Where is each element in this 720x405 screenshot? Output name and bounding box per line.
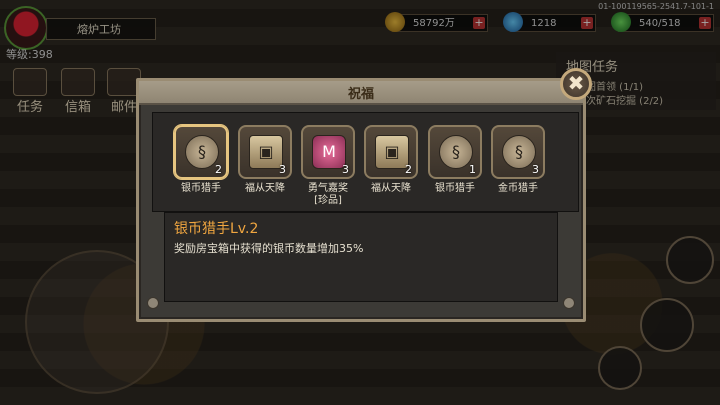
bolt-icon [147, 297, 159, 309]
slot-count: 3 [279, 163, 286, 176]
blessing-slot-6[interactable]: § 3 [491, 125, 545, 179]
blessing-slot-5[interactable]: § 1 [428, 125, 482, 179]
medal-icon: M [312, 135, 346, 169]
bolt-icon [563, 297, 575, 309]
detail-title: 银币猎手Lv.2 [174, 221, 259, 237]
blessing-slot-1[interactable]: § 2 [174, 125, 228, 179]
close-button[interactable]: ✖ [560, 68, 592, 100]
slot-count: 3 [342, 163, 349, 176]
slot-count: 3 [532, 163, 539, 176]
blessing-slot-3[interactable]: M 3 [301, 125, 355, 179]
dialog-header: 祝福 [139, 81, 583, 105]
slot-label: 福从天降 [245, 183, 285, 194]
slot-count: 2 [215, 163, 222, 176]
slot-label: 银币猎手 [435, 183, 475, 194]
slot-count: 2 [405, 163, 412, 176]
blessing-slot-2[interactable]: ▣ 3 [238, 125, 292, 179]
slot-label: 勇气嘉奖 [珍品] [308, 183, 348, 206]
blessing-slot-4[interactable]: ▣ 2 [364, 125, 418, 179]
coin-icon: § [439, 135, 473, 169]
detail-text: 奖励房宝箱中获得的银币数量增加35% [174, 242, 364, 255]
slot-label: 银币猎手 [181, 183, 221, 194]
coin-icon: § [502, 135, 536, 169]
slot-label: 福从天降 [371, 183, 411, 194]
slot-count: 1 [469, 163, 476, 176]
dialog-title: 祝福 [347, 87, 374, 102]
chest-icon: ▣ [249, 135, 283, 169]
coin-icon: § [185, 135, 219, 169]
slot-label: 金币猎手 [498, 183, 538, 194]
chest-icon: ▣ [375, 135, 409, 169]
